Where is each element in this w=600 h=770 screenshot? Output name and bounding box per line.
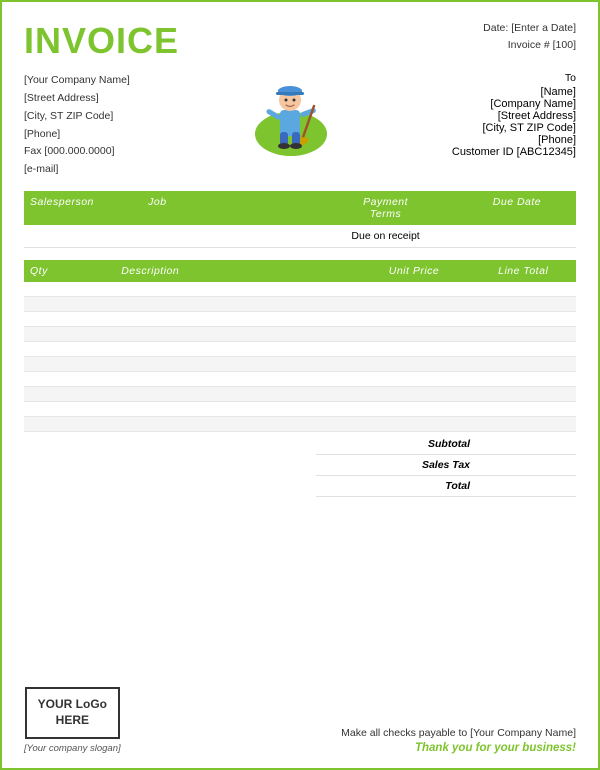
job-value	[142, 225, 313, 247]
subtotal-label: Subtotal	[322, 438, 470, 450]
totals-table: Subtotal Sales Tax Total	[316, 434, 576, 497]
from-company: [Your Company Name]	[24, 72, 130, 90]
total-row: Total	[316, 476, 576, 497]
logo-line1: YOUR LoGo	[38, 697, 107, 713]
footer: YOUR LoGo HERE [Your company slogan] Mak…	[24, 687, 576, 754]
header-right: Date: [Enter a Date] Invoice # [100]	[483, 20, 576, 54]
from-email: [e-mail]	[24, 161, 130, 179]
salesperson-header: Salesperson	[24, 191, 142, 225]
item-row	[24, 402, 576, 417]
item-row	[24, 327, 576, 342]
due-date-value	[458, 225, 576, 247]
from-citystatezip: [City, ST ZIP Code]	[24, 108, 130, 126]
to-citystatezip: [City, ST ZIP Code]	[452, 122, 576, 134]
job-header: Job	[142, 191, 313, 225]
item-row	[24, 312, 576, 327]
item-row	[24, 387, 576, 402]
from-address: [Street Address]	[24, 90, 130, 108]
footer-left: YOUR LoGo HERE [Your company slogan]	[24, 687, 121, 754]
info-section: [Your Company Name] [Street Address] [Ci…	[24, 72, 576, 179]
to-label: To	[452, 72, 576, 84]
to-address: [Street Address]	[452, 110, 576, 122]
checks-payable: Make all checks payable to [Your Company…	[341, 727, 576, 739]
due-date-header: Due Date	[458, 191, 576, 225]
logo-box: YOUR LoGo HERE	[25, 687, 120, 739]
item-row	[24, 357, 576, 372]
line-total-header: Line Total	[470, 260, 576, 282]
items-table-header: Qty Description Unit Price Line Total	[24, 260, 576, 282]
thank-you: Thank you for your business!	[341, 742, 576, 754]
unit-price-header: Unit Price	[358, 260, 471, 282]
date-value: [Enter a Date]	[511, 22, 576, 34]
from-fax: Fax [000.000.0000]	[24, 143, 130, 161]
salesperson-value	[24, 225, 142, 247]
to-name: [Name]	[452, 86, 576, 98]
logo-line2: HERE	[56, 713, 89, 729]
invoice-label: Invoice #	[508, 39, 550, 51]
item-row	[24, 297, 576, 312]
totals-section: Subtotal Sales Tax Total	[24, 434, 576, 497]
date-label: Date:	[483, 22, 508, 34]
description-header: Description	[115, 260, 357, 282]
item-row	[24, 372, 576, 387]
salestax-label: Sales Tax	[322, 459, 470, 471]
invoice-number-line: Invoice # [100]	[483, 37, 576, 54]
items-table: Qty Description Unit Price Line Total	[24, 260, 576, 432]
salesperson-table: Salesperson Job PaymentTerms Due Date Du…	[24, 191, 576, 248]
qty-header: Qty	[24, 260, 115, 282]
to-company: [Company Name]	[452, 98, 576, 110]
item-row	[24, 342, 576, 357]
to-customer-id: Customer ID [ABC12345]	[452, 146, 576, 158]
to-phone: [Phone]	[452, 134, 576, 146]
item-row	[24, 282, 576, 297]
company-from: [Your Company Name] [Street Address] [Ci…	[24, 72, 130, 179]
salesperson-table-row: Due on receipt	[24, 225, 576, 248]
salestax-row: Sales Tax	[316, 455, 576, 476]
date-line: Date: [Enter a Date]	[483, 20, 576, 37]
company-to: To [Name] [Company Name] [Street Address…	[452, 72, 576, 158]
header: INVOICE Date: [Enter a Date] Invoice # […	[24, 20, 576, 62]
payment-terms-header: PaymentTerms	[313, 191, 458, 225]
from-phone: [Phone]	[24, 126, 130, 144]
invoice-number: [100]	[553, 39, 576, 51]
invoice-title: INVOICE	[24, 20, 179, 62]
payment-terms-value: Due on receipt	[313, 225, 458, 247]
cleaner-illustration	[246, 72, 336, 157]
salesperson-table-header: Salesperson Job PaymentTerms Due Date	[24, 191, 576, 225]
total-label: Total	[322, 480, 470, 492]
item-row	[24, 417, 576, 432]
company-slogan: [Your company slogan]	[24, 743, 121, 754]
footer-right: Make all checks payable to [Your Company…	[341, 727, 576, 754]
subtotal-row: Subtotal	[316, 434, 576, 455]
